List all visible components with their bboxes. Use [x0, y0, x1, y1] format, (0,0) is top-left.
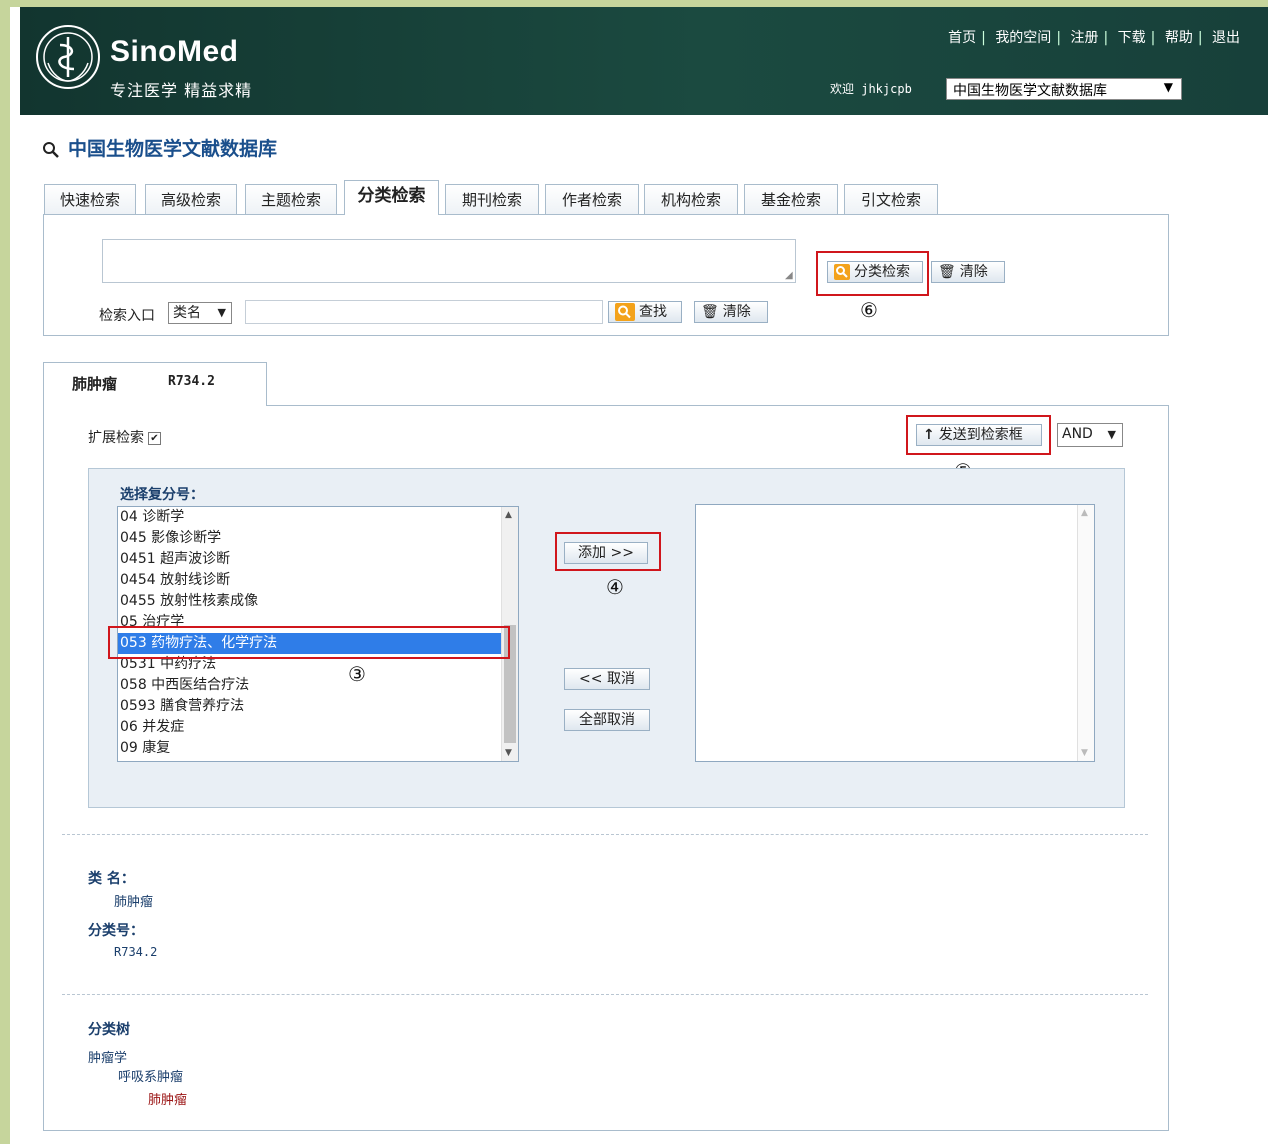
site-header: SinoMed 专注医学 精益求精 首页 | 我的空间 | 注册 | 下载 | 帮助 | …: [20, 7, 1268, 115]
page-top-border: [0, 0, 1268, 7]
scroll-up-icon[interactable]: ▲: [505, 510, 512, 520]
entry-clear-label: 清除: [722, 304, 751, 320]
link-my-space[interactable]: 我的空间: [995, 30, 1051, 46]
database-select-value: 中国生物医学文献数据库: [953, 83, 1107, 99]
dropdown-arrow-icon: ▼: [1107, 428, 1116, 441]
classification-name: 肺肿瘤: [72, 375, 118, 393]
highlight-box-step5: [906, 415, 1051, 455]
logo-emblem-icon: [36, 25, 100, 89]
list-item[interactable]: 0455 放射性核素成像: [118, 591, 518, 612]
list-item[interactable]: 09 康复: [118, 738, 518, 759]
search-icon: [43, 141, 59, 158]
link-logout[interactable]: 退出: [1212, 30, 1240, 46]
tree-item-level2[interactable]: 呼吸系肿瘤: [118, 1066, 183, 1085]
link-home[interactable]: 首页: [948, 30, 976, 46]
scroll-up-icon[interactable]: ▲: [1081, 508, 1088, 518]
class-name-label: 类 名：: [88, 871, 135, 887]
search-icon: [615, 303, 635, 321]
search-panel: ◢ 分类检索 🗑 清除 检索入口 类名 ▼ 查找 🗑 清除: [43, 214, 1169, 336]
page-left-border: [0, 0, 10, 1144]
trash-icon: 🗑: [938, 264, 956, 280]
entry-clear-button[interactable]: 🗑 清除: [694, 301, 768, 323]
list-item[interactable]: 0593 膳食营养疗法: [118, 696, 518, 717]
tree-item-current[interactable]: 肺肿瘤: [148, 1089, 187, 1108]
annotation-step6: ⑥: [860, 298, 878, 322]
list-item[interactable]: 06 并发症: [118, 717, 518, 738]
clear-button[interactable]: 🗑 清除: [931, 261, 1005, 283]
entry-select[interactable]: 类名 ▼: [168, 302, 232, 324]
tab-author-search[interactable]: 作者检索: [545, 184, 639, 214]
welcome-text: 欢迎 jhkjcpb: [830, 82, 912, 96]
tab-journal-search[interactable]: 期刊检索: [445, 184, 539, 214]
class-code-value: R734.2: [114, 945, 158, 959]
logo-name: SinoMed: [110, 35, 239, 68]
entry-label: 检索入口: [99, 308, 155, 324]
list-item[interactable]: 058 中西医结合疗法: [118, 675, 518, 696]
page-title-text: 中国生物医学文献数据库: [68, 138, 278, 160]
divider: [62, 834, 1148, 835]
scroll-down-icon[interactable]: ▼: [1081, 748, 1088, 758]
clear-label: 清除: [959, 264, 988, 280]
find-label: 查找: [639, 304, 667, 320]
operator-select-value: AND: [1062, 426, 1093, 442]
link-register[interactable]: 注册: [1070, 30, 1098, 46]
expand-search-checkbox[interactable]: ✔: [148, 431, 161, 445]
selected-subdivision-listbox[interactable]: ▲ ▼: [695, 504, 1095, 762]
scroll-down-icon[interactable]: ▼: [505, 748, 512, 758]
tab-fund-search[interactable]: 基金检索: [744, 184, 838, 214]
tab-citation-search[interactable]: 引文检索: [844, 184, 938, 214]
tab-classification-search[interactable]: 分类检索: [344, 180, 439, 215]
annotation-step3: ③: [348, 662, 366, 686]
top-links: 首页 | 我的空间 | 注册 | 下载 | 帮助 | 退出: [948, 30, 1240, 46]
find-button[interactable]: 查找: [608, 301, 682, 323]
list-item[interactable]: 0454 放射线诊断: [118, 570, 518, 591]
tab-subject-search[interactable]: 主题检索: [245, 184, 337, 214]
highlight-box-step6: [816, 251, 929, 296]
selected-list-scrollbar[interactable]: ▲ ▼: [1077, 505, 1094, 761]
entry-input[interactable]: [245, 300, 603, 324]
highlight-box-step4: [555, 532, 661, 571]
page-title: 中国生物医学文献数据库: [42, 134, 277, 161]
database-select[interactable]: 中国生物医学文献数据库 ▼: [946, 78, 1182, 100]
cancel-all-button[interactable]: 全部取消: [564, 709, 650, 731]
classification-tab[interactable]: 肺肿瘤 R734.2: [43, 362, 267, 406]
cancel-button[interactable]: << 取消: [564, 668, 650, 690]
expand-search-label: 扩展检索: [88, 430, 144, 446]
tab-quick-search[interactable]: 快速检索: [44, 184, 136, 214]
dropdown-arrow-icon: ▼: [217, 306, 226, 319]
subdivision-label: 选择复分号：: [120, 487, 204, 503]
search-expression-textarea[interactable]: [102, 239, 796, 283]
operator-select[interactable]: AND ▼: [1057, 423, 1123, 447]
list-item[interactable]: 045 影像诊断学: [118, 528, 518, 549]
logo-tagline: 专注医学 精益求精: [110, 81, 253, 100]
class-tree-label: 分类树: [88, 1022, 130, 1038]
expand-search-option[interactable]: 扩展检索 ✔: [88, 427, 161, 447]
link-download[interactable]: 下载: [1118, 30, 1146, 46]
link-help[interactable]: 帮助: [1165, 30, 1193, 46]
dropdown-arrow-icon: ▼: [1163, 80, 1173, 94]
class-code-label: 分类号：: [88, 923, 144, 939]
tree-item-level1[interactable]: 肿瘤学: [88, 1047, 127, 1066]
annotation-step4: ④: [606, 575, 624, 599]
list-item[interactable]: 0451 超声波诊断: [118, 549, 518, 570]
list-item[interactable]: 04 诊断学: [118, 507, 518, 528]
entry-select-value: 类名: [173, 305, 201, 321]
divider: [62, 994, 1148, 995]
trash-icon: 🗑: [701, 304, 719, 320]
highlight-box-step3: [108, 626, 510, 659]
tab-institution-search[interactable]: 机构检索: [644, 184, 738, 214]
class-name-value: 肺肿瘤: [114, 895, 154, 910]
tab-advanced-search[interactable]: 高级检索: [145, 184, 237, 214]
classification-code: R734.2: [168, 374, 215, 389]
